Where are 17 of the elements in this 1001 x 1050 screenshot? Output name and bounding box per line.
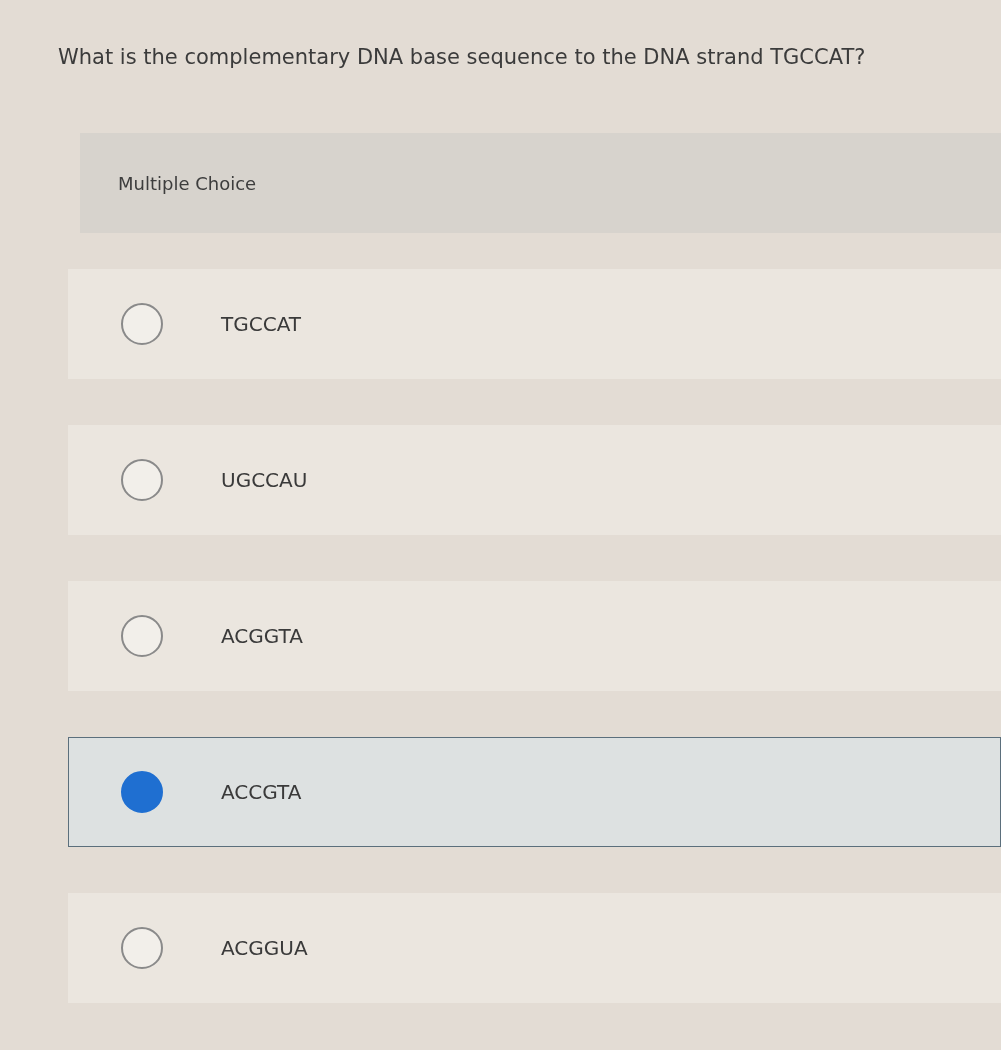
radio-button[interactable]	[121, 927, 163, 970]
question-text: What is the complementary DNA base sequence to the DNA strand TGCCAT?	[58, 44, 867, 71]
answer-option[interactable]: ACGGUA	[68, 893, 1001, 1004]
option-label: ACGGTA	[221, 624, 303, 649]
radio-button[interactable]	[121, 615, 163, 658]
option-label: TGCCAT	[221, 312, 301, 337]
answer-option[interactable]: ACCGTA	[68, 737, 1001, 848]
option-label: ACCGTA	[221, 780, 302, 805]
answer-option[interactable]: UGCCAU	[68, 425, 1001, 536]
option-label: UGCCAU	[221, 468, 308, 493]
radio-button[interactable]	[121, 771, 163, 814]
option-label: ACGGUA	[221, 936, 308, 961]
answer-option[interactable]: TGCCAT	[68, 269, 1001, 380]
radio-button[interactable]	[121, 303, 163, 346]
radio-button[interactable]	[121, 459, 163, 502]
question-type-label: Multiple Choice	[118, 172, 257, 194]
answer-option[interactable]: ACGGTA	[68, 581, 1001, 692]
